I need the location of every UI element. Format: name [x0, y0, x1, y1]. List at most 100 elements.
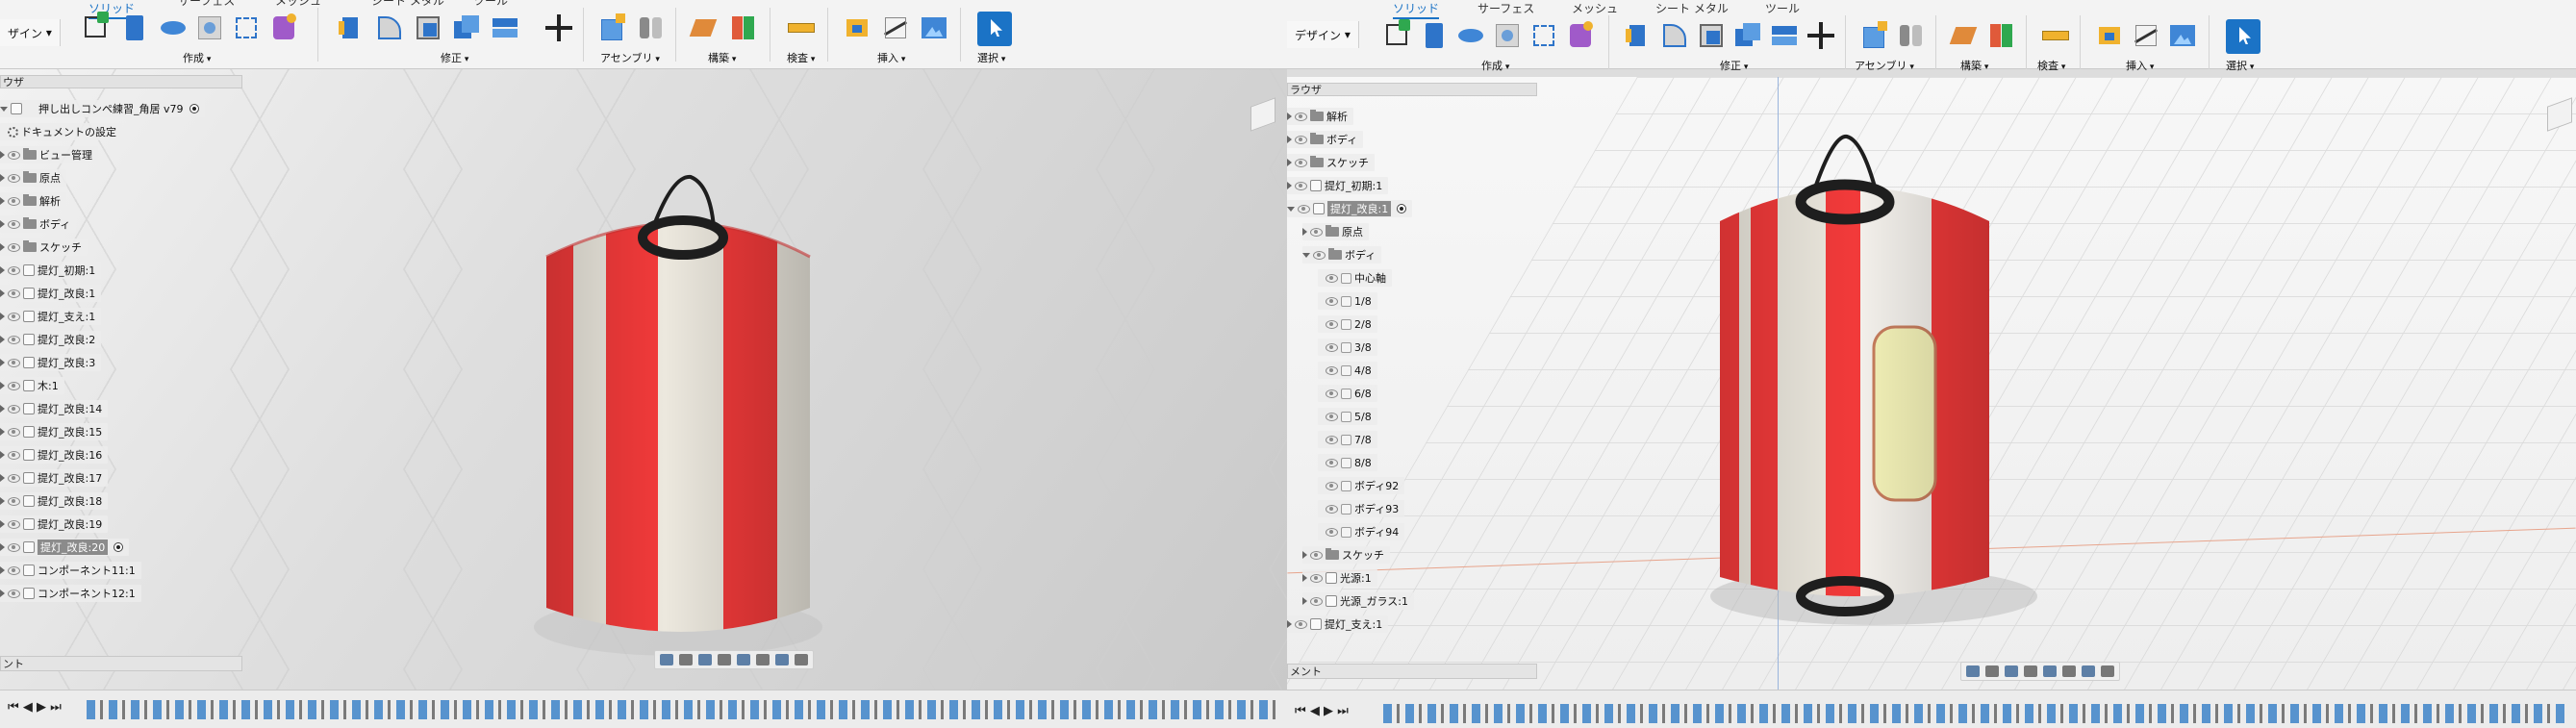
expand-icon[interactable]	[0, 359, 5, 366]
construct-menu[interactable]: 構築	[1960, 58, 1988, 73]
plane-at-angle-icon[interactable]	[1987, 21, 2016, 50]
browser-item[interactable]: ボディ94	[1318, 523, 1405, 540]
browser-item[interactable]: 6/8	[1318, 385, 1377, 402]
tab-tools[interactable]: ツール	[473, 0, 508, 9]
paper-lantern-model[interactable]	[500, 165, 866, 690]
expand-icon[interactable]	[0, 106, 8, 112]
browser-panel-header[interactable]: ラウザ	[1287, 83, 1537, 96]
combine-icon[interactable]	[452, 13, 481, 42]
workspace-dropdown[interactable]: デザイン ▾	[1287, 21, 1359, 48]
browser-item[interactable]: 提灯_改良:16	[0, 446, 109, 464]
tab-surface[interactable]: サーフェス	[178, 0, 235, 9]
expand-icon[interactable]	[0, 520, 5, 528]
extrude-icon[interactable]	[1420, 21, 1449, 50]
visibility-eye-icon[interactable]	[8, 242, 20, 252]
browser-item[interactable]: 提灯_初期:1	[0, 262, 102, 279]
select-tool-icon[interactable]	[2226, 19, 2260, 54]
orbit-icon[interactable]	[1966, 665, 1980, 677]
expand-icon[interactable]	[0, 451, 5, 459]
move-icon[interactable]	[1806, 21, 1835, 50]
tab-sheet-metal[interactable]: シート メタル	[1655, 0, 1729, 16]
tab-surface[interactable]: サーフェス	[1477, 0, 1534, 16]
timeline-controls[interactable]: ⏮ ◀ ▶ ⏭	[1295, 704, 1349, 718]
move-icon[interactable]	[544, 13, 573, 42]
orbit-icon[interactable]	[660, 654, 673, 665]
browser-panel-header[interactable]: ウザ	[0, 75, 242, 88]
visibility-eye-icon[interactable]	[8, 542, 20, 552]
select-menu[interactable]: 選択	[2226, 58, 2254, 73]
browser-item[interactable]: ボディ	[1302, 246, 1382, 264]
visibility-eye-icon[interactable]	[8, 265, 20, 275]
visibility-eye-icon[interactable]	[1326, 458, 1338, 467]
expand-icon[interactable]	[0, 497, 5, 505]
create-menu[interactable]: 作成	[183, 50, 211, 65]
visibility-eye-icon[interactable]	[1313, 250, 1326, 260]
browser-item[interactable]: 中心軸	[1318, 269, 1392, 287]
timeline-controls[interactable]: ⏮ ◀ ▶ ⏭	[8, 700, 62, 715]
browser-item[interactable]: 提灯_改良:2	[0, 331, 102, 348]
split-body-icon[interactable]	[491, 13, 519, 42]
viewcube[interactable]	[2538, 96, 2576, 138]
visibility-eye-icon[interactable]	[1295, 158, 1307, 167]
visibility-eye-icon[interactable]	[8, 450, 20, 460]
browser-item[interactable]: 提灯_初期:1	[1287, 177, 1389, 194]
timeline[interactable]: ⏮ ◀ ▶ ⏭	[1287, 690, 2576, 728]
plane-at-angle-icon[interactable]	[729, 13, 758, 42]
visibility-eye-icon[interactable]	[8, 565, 20, 575]
measure-icon[interactable]	[2041, 21, 2070, 50]
create-form-icon[interactable]	[269, 13, 298, 42]
expand-icon[interactable]	[0, 313, 5, 320]
measure-icon[interactable]	[787, 13, 816, 42]
display-settings-icon[interactable]	[2062, 665, 2076, 677]
expand-icon[interactable]	[1302, 228, 1307, 236]
expand-icon[interactable]	[1302, 574, 1307, 582]
expand-icon[interactable]	[0, 405, 5, 413]
browser-item[interactable]: スケッチ	[1302, 546, 1390, 564]
tab-solid[interactable]: ソリッド	[1393, 0, 1440, 19]
visibility-eye-icon[interactable]	[1295, 112, 1307, 121]
visibility-eye-icon[interactable]	[1326, 273, 1338, 283]
hole-icon[interactable]	[1493, 21, 1522, 50]
browser-item[interactable]: コンポーネント12:1	[0, 585, 141, 602]
display-settings-icon[interactable]	[756, 654, 770, 665]
visibility-eye-icon[interactable]	[1310, 227, 1323, 237]
expand-icon[interactable]	[0, 151, 5, 159]
tab-mesh[interactable]: メッシュ	[1572, 0, 1618, 16]
comments-panel[interactable]: メント	[1287, 664, 1537, 679]
look-at-icon[interactable]	[679, 654, 693, 665]
expand-icon[interactable]	[1287, 113, 1292, 120]
tab-sheet-metal[interactable]: シート メタル	[371, 0, 444, 9]
browser-item[interactable]: ボディ	[1287, 131, 1364, 148]
select-menu[interactable]: 選択	[977, 50, 1005, 65]
browser-item[interactable]: 提灯_支え:1	[1287, 615, 1389, 633]
browser-item[interactable]: 提灯_改良:14	[0, 400, 109, 417]
zoom-icon[interactable]	[718, 654, 731, 665]
viewports-icon[interactable]	[2101, 665, 2114, 677]
insert-derive-icon[interactable]	[843, 13, 871, 42]
visibility-eye-icon[interactable]	[1326, 527, 1338, 537]
browser-item[interactable]: 光源_ガラス:1	[1302, 592, 1414, 610]
offset-plane-icon[interactable]	[1949, 21, 1980, 50]
assemble-menu[interactable]: アセンブリ	[600, 50, 660, 65]
browser-item[interactable]: 提灯_改良:15	[0, 423, 109, 440]
zoom-icon[interactable]	[2024, 665, 2037, 677]
expand-icon[interactable]	[0, 336, 5, 343]
visibility-eye-icon[interactable]	[8, 150, 20, 160]
browser-item[interactable]: 3/8	[1318, 339, 1377, 356]
new-component-icon[interactable]	[1860, 21, 1889, 50]
visibility-eye-icon[interactable]	[1326, 435, 1338, 444]
expand-icon[interactable]	[1302, 252, 1310, 258]
navigation-bar[interactable]	[654, 650, 814, 669]
expand-icon[interactable]	[0, 590, 5, 597]
combine-icon[interactable]	[1733, 21, 1762, 50]
visibility-eye-icon[interactable]	[8, 589, 20, 598]
assemble-menu[interactable]: アセンブリ	[1855, 58, 1914, 73]
modify-menu[interactable]: 修正	[441, 50, 468, 65]
insert-canvas-icon[interactable]	[920, 13, 948, 42]
browser-item[interactable]: 解析	[0, 192, 66, 210]
extrude-icon[interactable]	[120, 13, 149, 42]
browser-item[interactable]: 提灯_改良:20	[0, 539, 130, 556]
press-pull-icon[interactable]	[337, 13, 366, 42]
create-form-icon[interactable]	[1566, 21, 1595, 50]
browser-item[interactable]: 提灯_改良:19	[0, 515, 109, 533]
